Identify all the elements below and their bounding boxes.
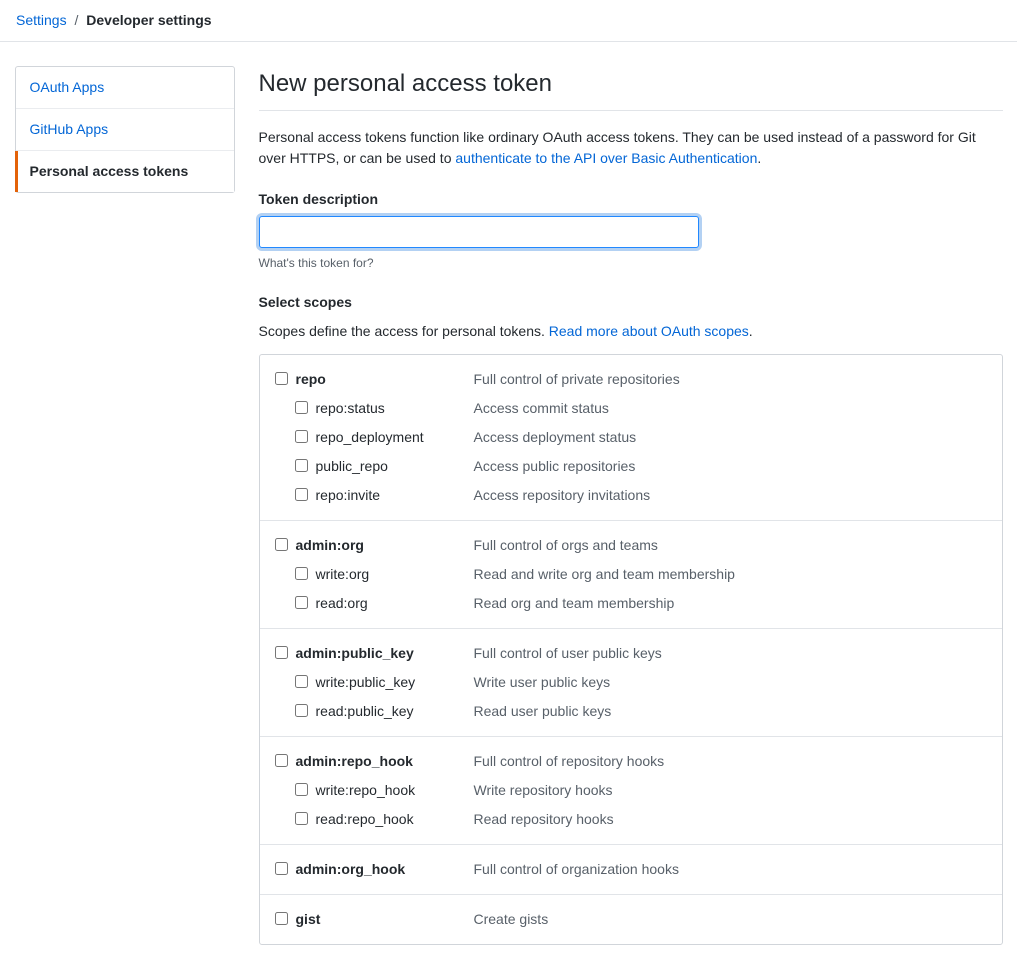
scope-desc-gist: Create gists xyxy=(474,909,987,930)
breadcrumb: Settings / Developer settings xyxy=(0,0,1017,42)
intro-post: . xyxy=(757,150,761,166)
scope-row-admin-org: admin:orgFull control of orgs and teams xyxy=(275,533,987,562)
scope-group-admin-org: admin:orgFull control of orgs and teamsw… xyxy=(260,521,1002,629)
scope-desc-repo: Full control of private repositories xyxy=(474,369,987,390)
scope-desc-read-public-key: Read user public keys xyxy=(474,701,987,722)
main-content: New personal access token Personal acces… xyxy=(259,66,1003,945)
scope-name-repo-invite[interactable]: repo:invite xyxy=(316,485,474,506)
scope-row-admin-org-hook: admin:org_hookFull control of organizati… xyxy=(275,857,987,886)
scope-group-admin-org-hook: admin:org_hookFull control of organizati… xyxy=(260,845,1002,895)
scope-desc-read-repo-hook: Read repository hooks xyxy=(474,809,987,830)
sidebar-menu: OAuth AppsGitHub AppsPersonal access tok… xyxy=(15,66,235,193)
page-title: New personal access token xyxy=(259,66,1003,102)
scope-desc-repo-status: Access commit status xyxy=(474,398,987,419)
scope-row-admin-public-key: admin:public_keyFull control of user pub… xyxy=(275,641,987,670)
scope-name-write-repo-hook[interactable]: write:repo_hook xyxy=(316,780,474,801)
scope-checkbox-gist[interactable] xyxy=(275,912,288,925)
scope-checkbox-repo-status[interactable] xyxy=(295,401,308,414)
scope-desc-admin-org-hook: Full control of organization hooks xyxy=(474,859,987,880)
sidebar-item-github-apps[interactable]: GitHub Apps xyxy=(16,109,234,151)
scope-checkbox-write-repo-hook[interactable] xyxy=(295,783,308,796)
scope-name-repo-status[interactable]: repo:status xyxy=(316,398,474,419)
scope-checkbox-read-repo-hook[interactable] xyxy=(295,812,308,825)
scope-row-read-public-key: read:public_keyRead user public keys xyxy=(275,699,987,728)
scopes-heading: Select scopes xyxy=(259,292,1003,313)
token-description-label: Token description xyxy=(259,189,1003,210)
scope-group-admin-public-key: admin:public_keyFull control of user pub… xyxy=(260,629,1002,737)
scope-desc-write-public-key: Write user public keys xyxy=(474,672,987,693)
scope-name-admin-repo-hook[interactable]: admin:repo_hook xyxy=(296,751,474,772)
scope-desc-admin-repo-hook: Full control of repository hooks xyxy=(474,751,987,772)
breadcrumb-settings-link[interactable]: Settings xyxy=(16,12,67,28)
scope-row-public-repo: public_repoAccess public repositories xyxy=(275,454,987,483)
scope-row-repo-status: repo:statusAccess commit status xyxy=(275,396,987,425)
scope-name-admin-public-key[interactable]: admin:public_key xyxy=(296,643,474,664)
scope-checkbox-write-org[interactable] xyxy=(295,567,308,580)
scope-name-admin-org-hook[interactable]: admin:org_hook xyxy=(296,859,474,880)
scope-name-read-public-key[interactable]: read:public_key xyxy=(316,701,474,722)
scope-name-write-public-key[interactable]: write:public_key xyxy=(316,672,474,693)
scope-checkbox-repo-deployment[interactable] xyxy=(295,430,308,443)
scope-desc-write-repo-hook: Write repository hooks xyxy=(474,780,987,801)
scope-name-write-org[interactable]: write:org xyxy=(316,564,474,585)
scopes-lead: Scopes define the access for personal to… xyxy=(259,321,1003,342)
scope-desc-repo-deployment: Access deployment status xyxy=(474,427,987,448)
scope-row-repo-invite: repo:inviteAccess repository invitations xyxy=(275,483,987,512)
scope-desc-repo-invite: Access repository invitations xyxy=(474,485,987,506)
scope-group-admin-repo-hook: admin:repo_hookFull control of repositor… xyxy=(260,737,1002,845)
scope-name-admin-org[interactable]: admin:org xyxy=(296,535,474,556)
scope-row-repo-deployment: repo_deploymentAccess deployment status xyxy=(275,425,987,454)
scope-desc-admin-public-key: Full control of user public keys xyxy=(474,643,987,664)
token-description-input[interactable] xyxy=(259,216,699,248)
sidebar-item-oauth-apps[interactable]: OAuth Apps xyxy=(16,67,234,109)
scope-name-gist[interactable]: gist xyxy=(296,909,474,930)
scope-checkbox-write-public-key[interactable] xyxy=(295,675,308,688)
scope-row-read-repo-hook: read:repo_hookRead repository hooks xyxy=(275,807,987,836)
scopes-lead-pre: Scopes define the access for personal to… xyxy=(259,323,549,339)
scope-row-gist: gistCreate gists xyxy=(275,907,987,936)
scope-name-repo-deployment[interactable]: repo_deployment xyxy=(316,427,474,448)
scope-checkbox-read-org[interactable] xyxy=(295,596,308,609)
scope-checkbox-read-public-key[interactable] xyxy=(295,704,308,717)
intro-text: Personal access tokens function like ord… xyxy=(259,127,1003,169)
scope-checkbox-repo-invite[interactable] xyxy=(295,488,308,501)
scope-checkbox-repo[interactable] xyxy=(275,372,288,385)
scope-desc-public-repo: Access public repositories xyxy=(474,456,987,477)
scope-checkbox-admin-public-key[interactable] xyxy=(275,646,288,659)
scope-name-read-org[interactable]: read:org xyxy=(316,593,474,614)
scope-desc-read-org: Read org and team membership xyxy=(474,593,987,614)
intro-link[interactable]: authenticate to the API over Basic Authe… xyxy=(455,150,757,166)
title-divider xyxy=(259,110,1003,111)
scope-desc-admin-org: Full control of orgs and teams xyxy=(474,535,987,556)
token-description-hint: What's this token for? xyxy=(259,254,1003,272)
scopes-lead-post: . xyxy=(749,323,753,339)
scope-checkbox-admin-org-hook[interactable] xyxy=(275,862,288,875)
breadcrumb-current: Developer settings xyxy=(86,12,211,28)
sidebar-item-personal-access-tokens[interactable]: Personal access tokens xyxy=(16,151,234,192)
scope-desc-write-org: Read and write org and team membership xyxy=(474,564,987,585)
scope-row-write-org: write:orgRead and write org and team mem… xyxy=(275,562,987,591)
scope-checkbox-admin-repo-hook[interactable] xyxy=(275,754,288,767)
scopes-lead-link[interactable]: Read more about OAuth scopes xyxy=(549,323,749,339)
scope-row-repo: repoFull control of private repositories xyxy=(275,367,987,396)
scope-row-admin-repo-hook: admin:repo_hookFull control of repositor… xyxy=(275,749,987,778)
scope-row-write-public-key: write:public_keyWrite user public keys xyxy=(275,670,987,699)
breadcrumb-separator: / xyxy=(74,12,78,28)
sidebar: OAuth AppsGitHub AppsPersonal access tok… xyxy=(15,66,235,945)
scope-checkbox-public-repo[interactable] xyxy=(295,459,308,472)
scope-name-repo[interactable]: repo xyxy=(296,369,474,390)
scope-row-read-org: read:orgRead org and team membership xyxy=(275,591,987,620)
scopes-list: repoFull control of private repositories… xyxy=(259,354,1003,945)
scope-group-repo: repoFull control of private repositories… xyxy=(260,355,1002,521)
scope-row-write-repo-hook: write:repo_hookWrite repository hooks xyxy=(275,778,987,807)
scope-group-gist: gistCreate gists xyxy=(260,895,1002,944)
scope-name-public-repo[interactable]: public_repo xyxy=(316,456,474,477)
scope-name-read-repo-hook[interactable]: read:repo_hook xyxy=(316,809,474,830)
scope-checkbox-admin-org[interactable] xyxy=(275,538,288,551)
